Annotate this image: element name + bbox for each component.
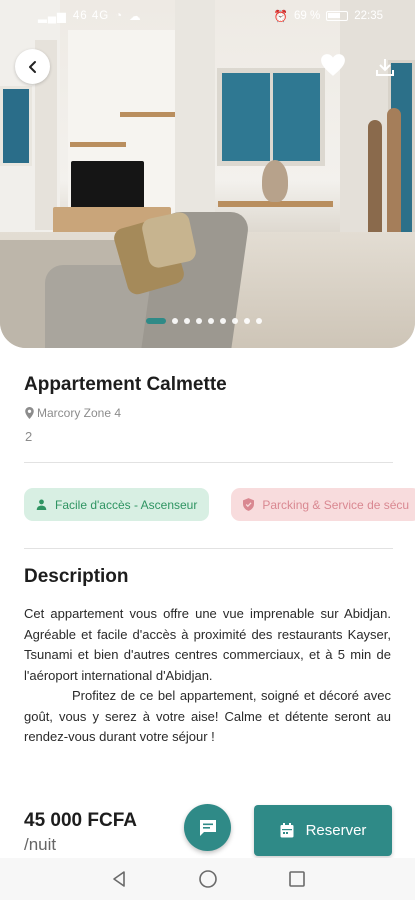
photo-decoration (262, 160, 288, 202)
chat-button[interactable] (184, 804, 231, 851)
location-text: Marcory Zone 4 (37, 406, 122, 420)
network-type: 46 4G (72, 10, 110, 22)
pagination-dot[interactable] (256, 318, 262, 324)
reserve-label: Reserver (305, 822, 367, 839)
shield-icon (243, 498, 255, 511)
amenity-chip-parking[interactable]: Parcking & Service de sécu (231, 488, 415, 521)
description-paragraph: Cet appartement vous offre une vue impre… (24, 606, 391, 683)
download-button[interactable] (374, 56, 396, 78)
photo-tv (71, 161, 144, 209)
price-unit: /nuit (24, 835, 57, 854)
pagination-dot[interactable] (172, 318, 178, 324)
pagination-dot[interactable] (244, 318, 250, 324)
amenity-label: Parcking & Service de sécu (262, 497, 410, 512)
amenity-chips[interactable]: Facile d'accès - Ascenseur Parcking & Se… (24, 488, 415, 521)
photo-window (0, 86, 32, 166)
room-count: 2 (25, 429, 33, 444)
divider (24, 462, 393, 463)
hero-image[interactable] (0, 0, 415, 348)
status-bar: ▂▄▆ 46 4G ◔ ☁ ⏰ 69 % 22:35 (0, 0, 415, 32)
chat-icon (199, 819, 216, 836)
listing-location: Marcory Zone 4 (25, 406, 121, 420)
chevron-left-icon (28, 60, 36, 73)
battery-percent: 69 % (294, 10, 321, 22)
nav-recents-icon[interactable] (288, 870, 306, 888)
download-icon (376, 59, 394, 76)
photo-window (217, 68, 325, 166)
pagination-dot[interactable] (184, 318, 190, 324)
nav-back-icon[interactable] (110, 870, 128, 888)
wifi-icon: ◔ (115, 10, 124, 22)
cloud-icon: ☁ (129, 11, 142, 23)
price: 45 000 FCFA (24, 810, 137, 831)
reserve-button[interactable]: Reserver (254, 805, 392, 856)
gallery-pagination (146, 318, 262, 324)
back-button[interactable] (15, 49, 50, 84)
divider (24, 548, 393, 549)
alarm-icon: ⏰ (273, 11, 288, 23)
status-left: ▂▄▆ 46 4G ◔ ☁ (38, 9, 142, 23)
description-text: Cet appartement vous offre une vue impre… (24, 604, 391, 748)
pagination-dot[interactable] (196, 318, 202, 324)
location-pin-icon (25, 407, 34, 419)
status-right: ⏰ 69 % 22:35 (274, 9, 383, 23)
signal-icon: ▂▄▆ (38, 11, 67, 23)
pagination-dot[interactable] (220, 318, 226, 324)
pagination-dot[interactable] (208, 318, 214, 324)
system-nav-bar (0, 858, 415, 900)
battery-icon (326, 11, 349, 21)
amenity-chip-elevator[interactable]: Facile d'accès - Ascenseur (24, 488, 210, 521)
heart-icon (321, 54, 345, 76)
description-paragraph: Profitez de ce bel appartement, soigné e… (24, 688, 391, 744)
photo-pillow (140, 210, 198, 270)
calendar-icon (280, 823, 294, 838)
pagination-dot[interactable] (232, 318, 238, 324)
description-heading: Description (24, 566, 129, 587)
amenity-label: Facile d'accès - Ascenseur (55, 497, 198, 512)
listing-title: Appartement Calmette (24, 374, 227, 395)
pagination-dot-active[interactable] (146, 318, 166, 324)
photo-shelf (120, 112, 175, 117)
nav-home-icon[interactable] (198, 869, 218, 889)
clock: 22:35 (354, 10, 383, 22)
favorite-button[interactable] (318, 51, 348, 79)
photo-shelf (70, 142, 126, 147)
person-icon (36, 499, 47, 510)
